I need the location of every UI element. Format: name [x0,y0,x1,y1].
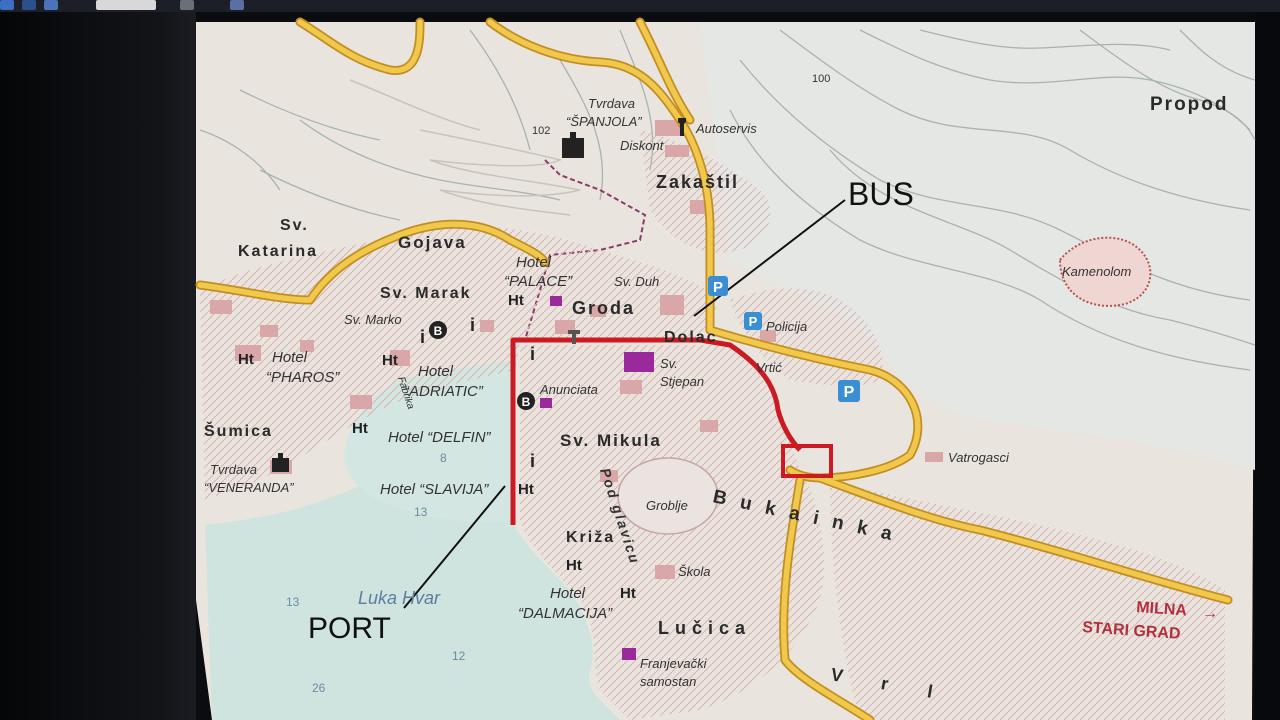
church-icon [622,648,636,660]
church-icon [540,398,552,408]
hotel-icon: Ht [352,420,368,437]
sign-arrow: → [1202,605,1218,622]
label-groblje: Groblje [646,498,688,513]
label-hotel-palace-2: “PALACE” [504,273,573,290]
district-propod: Propod [1150,94,1229,115]
district-sumica: Šumica [204,421,273,440]
label-sv-stjepan-1: Sv. [660,356,678,371]
info-icon: i [420,327,425,347]
label-sv-duh: Sv. Duh [614,274,659,289]
district-gojava: Gojava [398,233,467,252]
bus-stop-icon-label: B [522,395,531,409]
label-hotel-adriatic-2: “ADRIATIC” [404,383,484,400]
annotation-bus: BUS [848,176,914,212]
label-tvrdava-spanjola-2: “ŠPANJOLA” [566,114,642,129]
district-groda: Groda [572,298,635,318]
label-diskont: Diskont [620,138,665,153]
label-autoservis: Autoservis [695,121,757,136]
district-marak: Sv. Marak [380,285,472,302]
district-zakastil: Zakaštil [656,172,739,192]
label-hotel-slavija: Hotel “SLAVIJA” [380,481,489,498]
district-dolac: Dolac [664,329,718,346]
label-tvrdava-veneranda-1: Tvrdava [210,462,257,477]
town-map: P P P B B i i i i Ht Ht Ht Ht Ht Ht Ht P… [195,17,1256,720]
elevation-102: 102 [532,125,550,137]
label-sv-marko: Sv. Marko [344,312,402,327]
hotel-icon: Ht [620,585,636,602]
label-franjevacki-2: samostan [640,674,696,689]
label-tvrdava-veneranda-2: “VENERANDA” [204,480,294,495]
label-hotel-palace-1: Hotel [516,254,552,271]
depth-13: 13 [414,505,428,519]
label-hotel-adriatic-1: Hotel [418,363,454,380]
parking-sign-3-label: P [844,384,855,401]
depth-13: 13 [286,595,300,609]
label-hotel-pharos-1: Hotel [272,349,308,366]
hotel-icon: Ht [508,292,524,309]
label-tvrdava-spanjola-1: Tvrdava [588,96,635,111]
info-icon: i [530,451,535,471]
photo-of-monitor: P P P B B i i i i Ht Ht Ht Ht Ht Ht Ht P… [0,0,1280,720]
label-skola: Škola [678,564,711,579]
annotation-port: PORT [308,612,391,645]
label-luka-hvar: Luka Hvar [358,588,441,608]
hotel-icon: Ht [238,351,254,368]
label-sv-stjepan-2: Stjepan [660,374,704,389]
label-vatrogasci: Vatrogasci [948,450,1010,465]
label-hotel-pharos-2: “PHAROS” [266,369,340,386]
elevation-100: 100 [812,73,830,85]
cemetery [617,457,719,535]
parking-sign-2-label: P [749,314,758,329]
parking-sign-1-label: P [713,279,723,296]
depth-26: 26 [312,681,326,695]
label-policija: Policija [766,319,807,334]
district-lucica: Lučica [658,618,751,638]
depth-8: 8 [440,451,447,465]
district-kriza: Križa [566,529,615,546]
hotel-icon: Ht [518,481,534,498]
church-icon [550,296,562,306]
district-mikula: Sv. Mikula [560,431,662,450]
info-icon: i [530,344,535,364]
district-katarina: Katarina [238,243,318,260]
label-kamenolom: Kamenolom [1062,264,1132,279]
bus-stop-icon-label: B [434,324,443,338]
label-franjevacki-1: Franjevački [640,656,708,671]
depth-12: 12 [452,649,466,663]
hotel-icon: Ht [382,352,398,369]
label-hotel-delfin: Hotel “DELFIN” [388,429,492,446]
label-hotel-dalmacija-2: “DALMACIJA” [518,605,613,622]
label-anunciata: Anunciata [539,382,598,397]
label-hotel-dalmacija-1: Hotel [550,585,586,602]
church-icon [624,352,654,372]
hotel-icon: Ht [566,557,582,574]
info-icon: i [470,315,475,335]
district-sv: Sv. [280,217,309,234]
sign-milna: MILNA [1136,599,1188,620]
label-vrtic: Vrtić [756,360,782,375]
